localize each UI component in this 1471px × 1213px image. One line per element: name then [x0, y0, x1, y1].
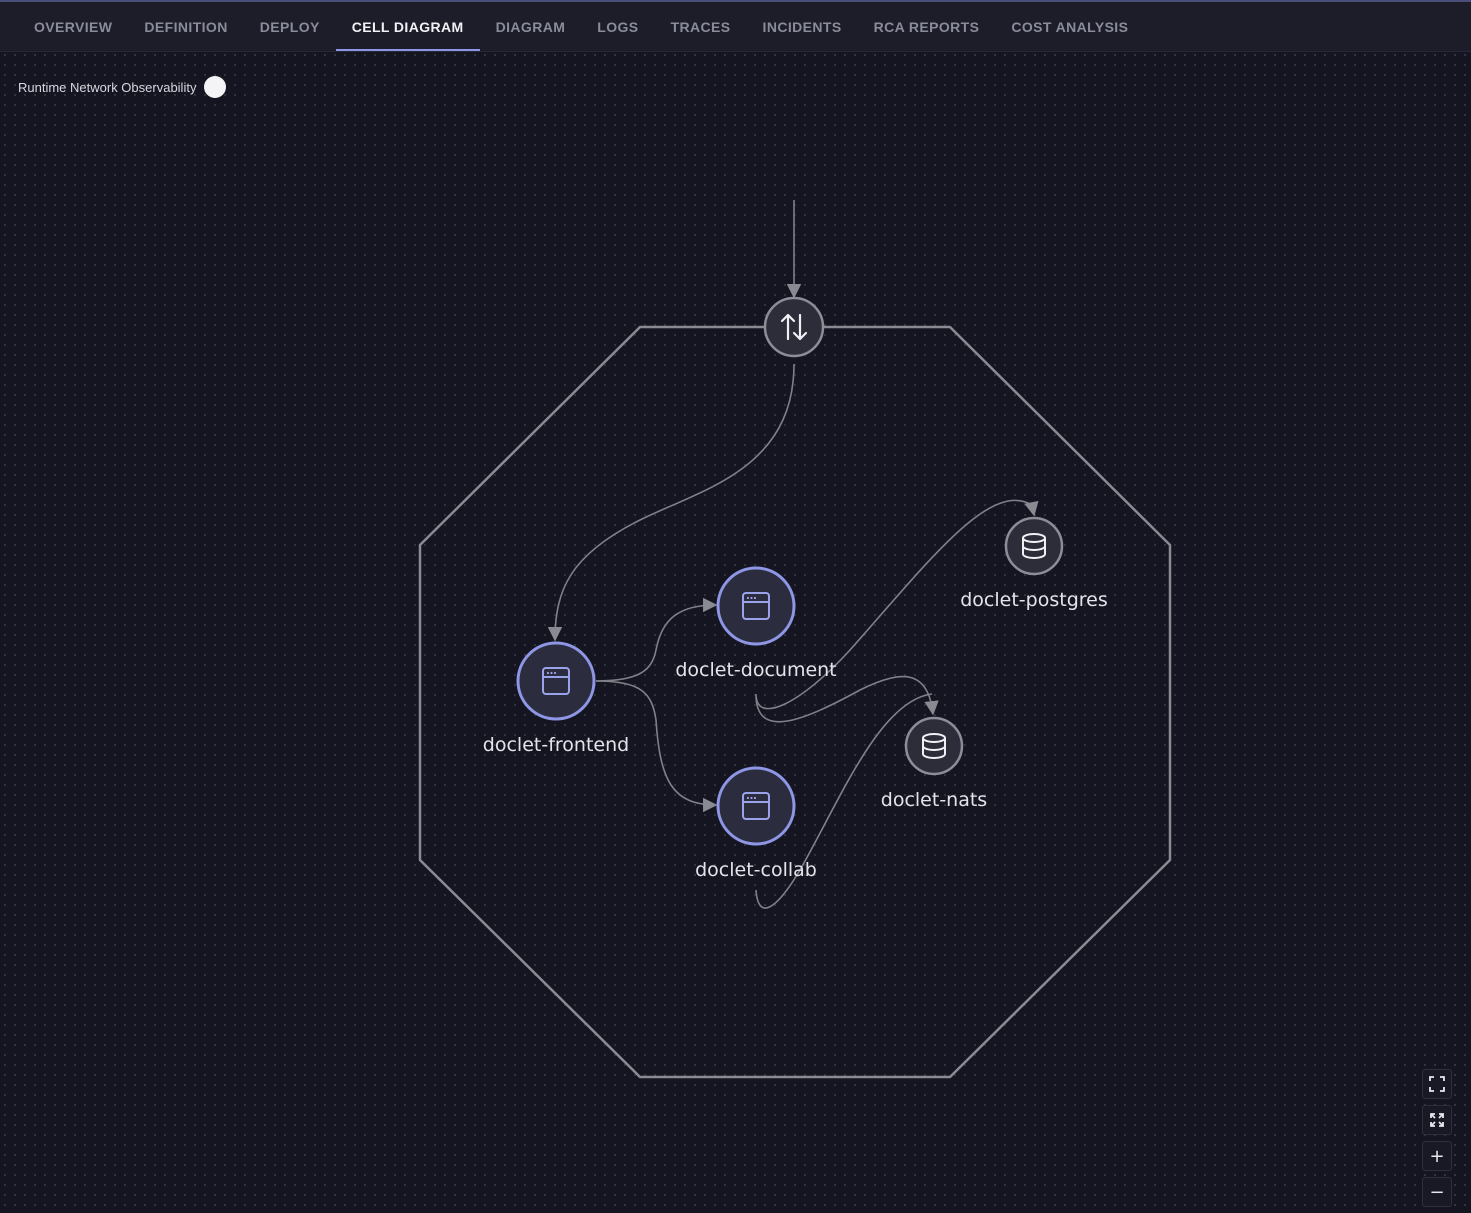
fit-view-button[interactable] — [1422, 1069, 1452, 1099]
node-label-postgres: doclet-postgres — [960, 589, 1107, 611]
node-doclet-postgres[interactable]: doclet-postgres — [960, 516, 1108, 611]
node-label-collab: doclet-collab — [695, 859, 817, 881]
fit-view-icon — [1429, 1076, 1445, 1092]
node-label-frontend: doclet-frontend — [483, 734, 629, 756]
zoom-in-button[interactable]: + — [1422, 1141, 1452, 1171]
node-label-document: doclet-document — [675, 659, 836, 681]
fullscreen-icon — [1430, 1113, 1444, 1127]
gateway-node[interactable] — [763, 296, 825, 358]
cell-diagram-canvas: doclet-frontend doclet-document doclet-c… — [418, 200, 1172, 1079]
fullscreen-button[interactable] — [1422, 1105, 1452, 1135]
node-doclet-collab[interactable]: doclet-collab — [695, 766, 817, 881]
edge-document-nats — [755, 675, 939, 723]
node-doclet-frontend[interactable]: doclet-frontend — [483, 641, 629, 756]
node-doclet-nats[interactable]: doclet-nats — [881, 716, 987, 811]
zoom-out-button[interactable]: − — [1422, 1177, 1452, 1207]
node-label-nats: doclet-nats — [881, 789, 987, 811]
diagram-controls: + − — [1422, 1069, 1454, 1213]
node-doclet-document[interactable]: doclet-document — [675, 566, 837, 681]
